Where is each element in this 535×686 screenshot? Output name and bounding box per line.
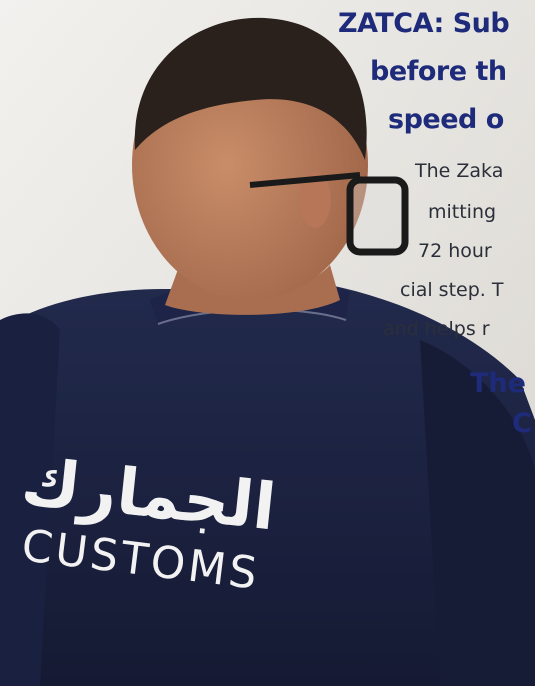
glasses: [346, 176, 409, 256]
customs-officer-photo: الجمارك CUSTOMS: [0, 0, 535, 686]
photo-illustration: [0, 0, 535, 686]
